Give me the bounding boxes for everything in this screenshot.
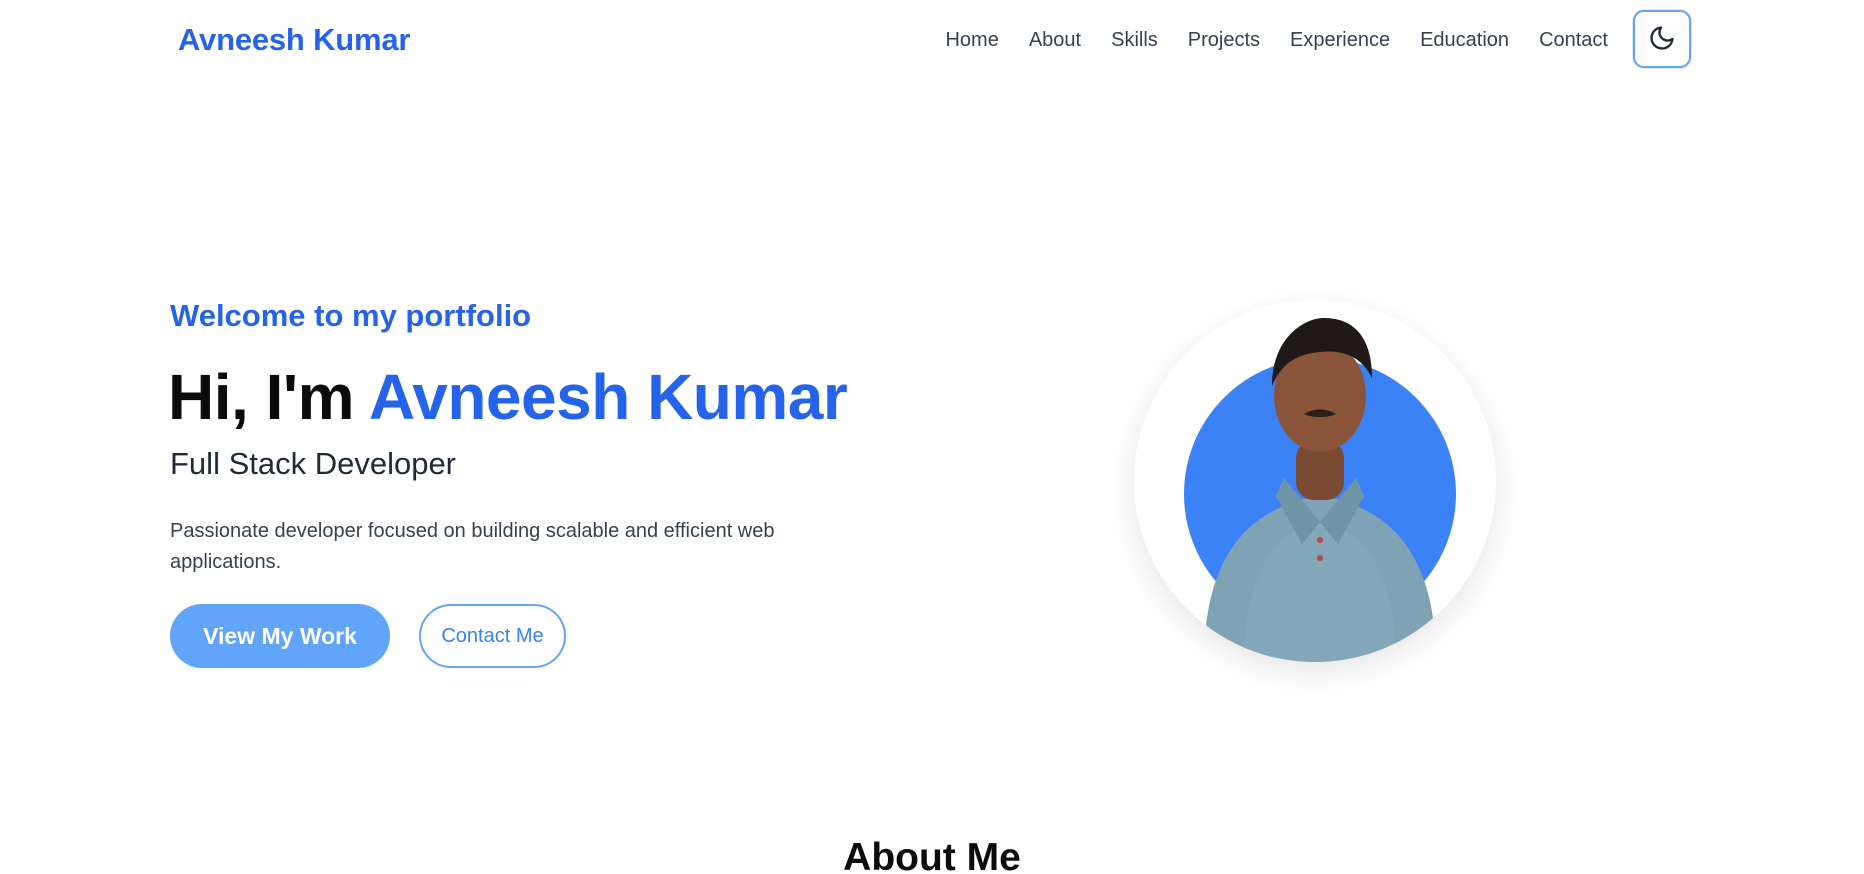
nav-link-experience[interactable]: Experience bbox=[1290, 28, 1390, 52]
theme-toggle-button[interactable] bbox=[1633, 10, 1691, 68]
moon-icon bbox=[1648, 24, 1676, 55]
hero-greeting: Hi, I'm bbox=[168, 361, 354, 433]
view-my-work-button[interactable]: View My Work bbox=[170, 604, 390, 668]
portfolio-page: Avneesh Kumar Home About Skills Projects… bbox=[0, 0, 1864, 874]
contact-me-button[interactable]: Contact Me bbox=[419, 604, 566, 668]
hero-role: Full Stack Developer bbox=[170, 446, 457, 481]
nav-link-skills[interactable]: Skills bbox=[1111, 28, 1158, 52]
nav-link-contact[interactable]: Contact bbox=[1539, 28, 1608, 52]
nav-links: Home About Skills Projects Experience Ed… bbox=[915, 28, 1608, 52]
about-section-title: About Me bbox=[843, 836, 1021, 874]
profile-photo bbox=[1134, 300, 1496, 662]
nav-link-projects[interactable]: Projects bbox=[1188, 28, 1260, 52]
top-navbar: Avneesh Kumar Home About Skills Projects… bbox=[0, 0, 1864, 82]
brand-logo-text[interactable]: Avneesh Kumar bbox=[178, 22, 410, 58]
hero-name: Avneesh Kumar bbox=[368, 361, 848, 433]
hero-welcome-text: Welcome to my portfolio bbox=[170, 298, 532, 333]
hero-description: Passionate developer focused on building… bbox=[170, 520, 775, 573]
nav-link-about[interactable]: About bbox=[1029, 28, 1081, 52]
nav-link-home[interactable]: Home bbox=[945, 28, 998, 52]
nav-link-education[interactable]: Education bbox=[1420, 28, 1509, 52]
hero-headline: Hi, I'm Avneesh Kumar bbox=[168, 360, 848, 434]
